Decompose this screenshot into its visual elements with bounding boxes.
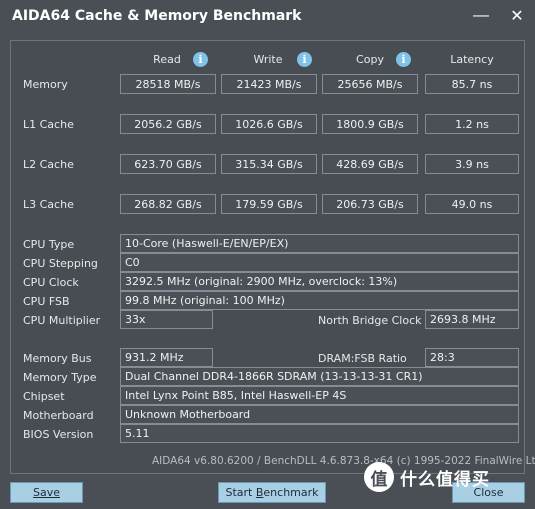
- cpu-stepping-value: C0: [120, 253, 519, 272]
- minimize-button[interactable]: —: [468, 4, 494, 28]
- cpu-fsb-label: CPU FSB: [23, 295, 70, 308]
- cpu-clock-value: 3292.5 MHz (original: 2900 MHz, overcloc…: [120, 272, 519, 291]
- l3-read-value: 268.82 GB/s: [120, 194, 216, 214]
- l3-copy-value: 206.73 GB/s: [322, 194, 418, 214]
- minimize-icon: —: [473, 7, 489, 24]
- row-label-l2-cache: L2 Cache: [23, 158, 74, 171]
- cpu-type-value: 10-Core (Haswell-E/EN/EP/EX): [120, 234, 519, 253]
- window-title: AIDA64 Cache & Memory Benchmark: [12, 8, 302, 24]
- start-benchmark-prefix: Start: [225, 486, 256, 499]
- cpu-multiplier-value: 33x: [120, 310, 213, 329]
- close-icon: ✕: [510, 8, 524, 25]
- column-header-read: Read: [153, 53, 181, 66]
- bios-version-label: BIOS Version: [23, 428, 94, 441]
- save-button-label: Save: [32, 486, 60, 499]
- row-label-l3-cache: L3 Cache: [23, 198, 74, 211]
- cpu-fsb-value: 99.8 MHz (original: 100 MHz): [120, 291, 519, 310]
- l1-latency-value: 1.2 ns: [425, 114, 519, 134]
- close-window-button[interactable]: ✕: [504, 4, 530, 28]
- cpu-stepping-label: CPU Stepping: [23, 257, 98, 270]
- motherboard-label: Motherboard: [23, 409, 94, 422]
- l3-write-value: 179.59 GB/s: [221, 194, 317, 214]
- start-benchmark-button[interactable]: Start Benchmark: [218, 482, 326, 503]
- l2-latency-value: 3.9 ns: [425, 154, 519, 174]
- column-header-copy: Copy: [356, 53, 384, 66]
- l3-latency-value: 49.0 ns: [425, 194, 519, 214]
- memory-latency-value: 85.7 ns: [425, 74, 519, 94]
- l1-copy-value: 1800.9 GB/s: [322, 114, 418, 134]
- start-benchmark-hotkey: B: [255, 486, 264, 499]
- dram-fsb-ratio-label: DRAM:FSB Ratio: [318, 352, 407, 365]
- l1-write-value: 1026.6 GB/s: [221, 114, 317, 134]
- memory-write-value: 21423 MB/s: [221, 74, 317, 94]
- memory-read-value: 28518 MB/s: [120, 74, 216, 94]
- l2-read-value: 623.70 GB/s: [120, 154, 216, 174]
- memory-bus-label: Memory Bus: [23, 352, 92, 365]
- memory-copy-value: 25656 MB/s: [322, 74, 418, 94]
- north-bridge-clock-label: North Bridge Clock: [318, 314, 422, 327]
- start-benchmark-suffix: enchmark: [263, 486, 319, 499]
- row-label-memory: Memory: [23, 78, 68, 91]
- watermark-text: 什么值得买: [400, 469, 490, 490]
- save-button[interactable]: Save: [10, 482, 83, 503]
- cpu-multiplier-label: CPU Multiplier: [23, 314, 101, 327]
- column-header-write: Write: [253, 53, 283, 66]
- cpu-type-label: CPU Type: [23, 238, 75, 251]
- copy-info-icon[interactable]: i: [396, 52, 411, 67]
- title-bar: AIDA64 Cache & Memory Benchmark — ✕: [0, 0, 535, 34]
- motherboard-value: Unknown Motherboard: [120, 405, 519, 424]
- bios-version-value: 5.11: [120, 424, 519, 443]
- row-label-l1-cache: L1 Cache: [23, 118, 74, 131]
- write-info-icon[interactable]: i: [297, 52, 312, 67]
- memory-type-label: Memory Type: [23, 371, 97, 384]
- memory-bus-value: 931.2 MHz: [120, 348, 213, 367]
- column-header-latency: Latency: [450, 53, 494, 66]
- north-bridge-clock-value: 2693.8 MHz: [425, 310, 519, 329]
- dram-fsb-ratio-value: 28:3: [425, 348, 519, 367]
- l2-write-value: 315.34 GB/s: [221, 154, 317, 174]
- l1-read-value: 2056.2 GB/s: [120, 114, 216, 134]
- memory-type-value: Dual Channel DDR4-1866R SDRAM (13-13-13-…: [120, 367, 519, 386]
- watermark: 值 什么值得买: [364, 462, 490, 492]
- chipset-label: Chipset: [23, 390, 65, 403]
- watermark-logo-icon: 值: [364, 462, 394, 492]
- cpu-clock-label: CPU Clock: [23, 276, 79, 289]
- read-info-icon[interactable]: i: [193, 52, 208, 67]
- l2-copy-value: 428.69 GB/s: [322, 154, 418, 174]
- chipset-value: Intel Lynx Point B85, Intel Haswell-EP 4…: [120, 386, 519, 405]
